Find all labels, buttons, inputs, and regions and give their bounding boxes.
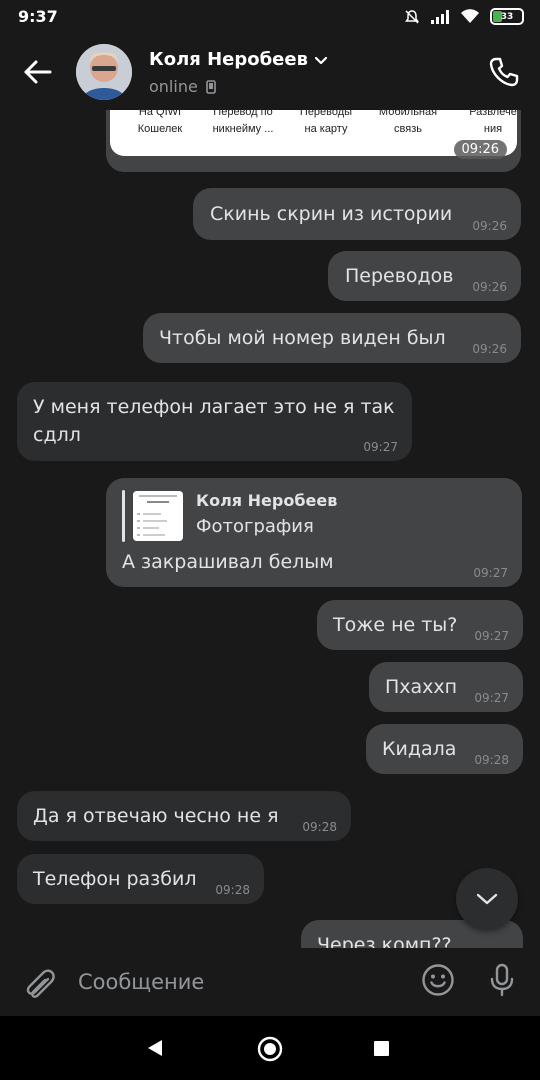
back-button[interactable]: [18, 52, 58, 92]
contact-status: online: [149, 77, 216, 96]
paperclip-icon: [26, 969, 55, 998]
message-time: 09:27: [474, 691, 509, 705]
phone-icon: [489, 57, 519, 87]
message-time: 09:26: [472, 342, 507, 356]
photo-text-card: Переводы на карту: [299, 110, 353, 135]
status-time: 9:37: [18, 7, 58, 26]
message-bubble[interactable]: Пхаххп 09:27: [369, 662, 523, 712]
message-bubble[interactable]: Кидала 09:28: [366, 724, 523, 774]
nav-recents-icon[interactable]: [374, 1041, 389, 1056]
voice-message-button[interactable]: [484, 962, 520, 998]
system-nav-bar: [0, 1016, 540, 1080]
photo-time: 09:26: [453, 140, 507, 159]
reply-thumbnail: [133, 491, 183, 541]
signal-icon: [431, 9, 449, 24]
attach-button[interactable]: [20, 962, 60, 1002]
message-bubble[interactable]: Скинь скрин из истории 09:26: [193, 188, 521, 240]
scroll-down-icon: [476, 893, 498, 905]
message-composer: [0, 948, 540, 1016]
message-time: 09:27: [474, 629, 509, 643]
message-bubble[interactable]: Тоже не ты? 09:27: [317, 600, 523, 650]
microphone-icon: [490, 963, 514, 997]
reply-bar: [122, 490, 125, 542]
message-time: 09:26: [472, 219, 507, 233]
avatar[interactable]: [76, 44, 132, 100]
photo-text-nickname: Перевод по никнейму ...: [212, 110, 274, 135]
shared-photo-message[interactable]: На QIWI Кошелек Перевод по никнейму ... Пе…: [106, 110, 521, 172]
online-status: online: [149, 77, 198, 96]
scroll-down-button[interactable]: [456, 868, 518, 930]
message-time: 09:27: [363, 440, 398, 454]
emoji-button[interactable]: [420, 962, 456, 998]
avatar-image: [76, 44, 132, 100]
message-bubble[interactable]: Чтобы мой номер виден был 09:26: [143, 313, 521, 363]
battery-icon: 33: [490, 8, 524, 25]
wifi-icon: [461, 9, 479, 23]
chevron-down-icon: [314, 56, 328, 64]
mobile-device-icon: [206, 79, 216, 94]
reply-author: Коля Неробеев: [196, 491, 338, 510]
message-text: У меня телефон лагает это не я так сдлл: [33, 396, 395, 446]
message-bubble[interactable]: Переводов 09:26: [328, 251, 521, 301]
status-bar: 9:37 33: [0, 0, 540, 34]
emoji-icon: [422, 964, 454, 996]
nav-back-icon[interactable]: [146, 1038, 164, 1058]
message-text: Пхаххп: [385, 676, 458, 698]
message-time: 09:28: [215, 883, 250, 897]
reply-message-bubble[interactable]: Коля Неробеев Фотография А закрашивал бе…: [106, 478, 522, 587]
message-text: Кидала: [382, 738, 457, 760]
message-text: А закрашивал белым: [122, 551, 334, 573]
contact-name: Коля Неробеев: [149, 49, 308, 70]
message-time: 09:28: [302, 820, 337, 834]
chat-header: Коля Неробеев online: [0, 34, 540, 110]
message-list[interactable]: На QIWI Кошелек Перевод по никнейму ... Пе…: [0, 110, 540, 948]
message-text: Тоже не ты?: [333, 614, 458, 636]
call-button[interactable]: [484, 52, 524, 92]
battery-percent: 33: [500, 11, 514, 22]
photo-text-mobile: Мобильная связь: [378, 110, 438, 135]
message-bubble[interactable]: Да я отвечаю чесно не я 09:28: [17, 791, 351, 841]
back-arrow-icon: [24, 60, 52, 84]
message-bubble[interactable]: У меня телефон лагает это не я так сдлл …: [17, 382, 412, 461]
reply-type: Фотография: [196, 516, 314, 537]
message-bubble[interactable]: Телефон разбил 09:28: [17, 854, 264, 904]
photo-text-entertainment: Развлече ния: [469, 110, 517, 135]
message-time: 09:27: [473, 566, 508, 580]
message-text: Скинь скрин из истории: [210, 203, 453, 225]
mute-icon: [405, 9, 419, 24]
nav-home-icon[interactable]: [257, 1036, 283, 1062]
message-time: 09:26: [472, 280, 507, 294]
photo-text-qiwi: На QIWI Кошелек: [137, 110, 183, 135]
message-text: Чтобы мой номер виден был: [159, 327, 446, 349]
thumbnail-image: [133, 491, 183, 541]
status-icons: 33: [404, 8, 524, 25]
contact-name-row[interactable]: Коля Неробеев: [149, 49, 328, 70]
message-text: Переводов: [345, 265, 454, 287]
message-text: Телефон разбил: [33, 868, 197, 890]
message-text: Через комп??: [317, 934, 452, 948]
message-text: Да я отвечаю чесно не я: [33, 805, 279, 827]
message-input[interactable]: [70, 960, 400, 1004]
message-time: 09:28: [474, 753, 509, 767]
